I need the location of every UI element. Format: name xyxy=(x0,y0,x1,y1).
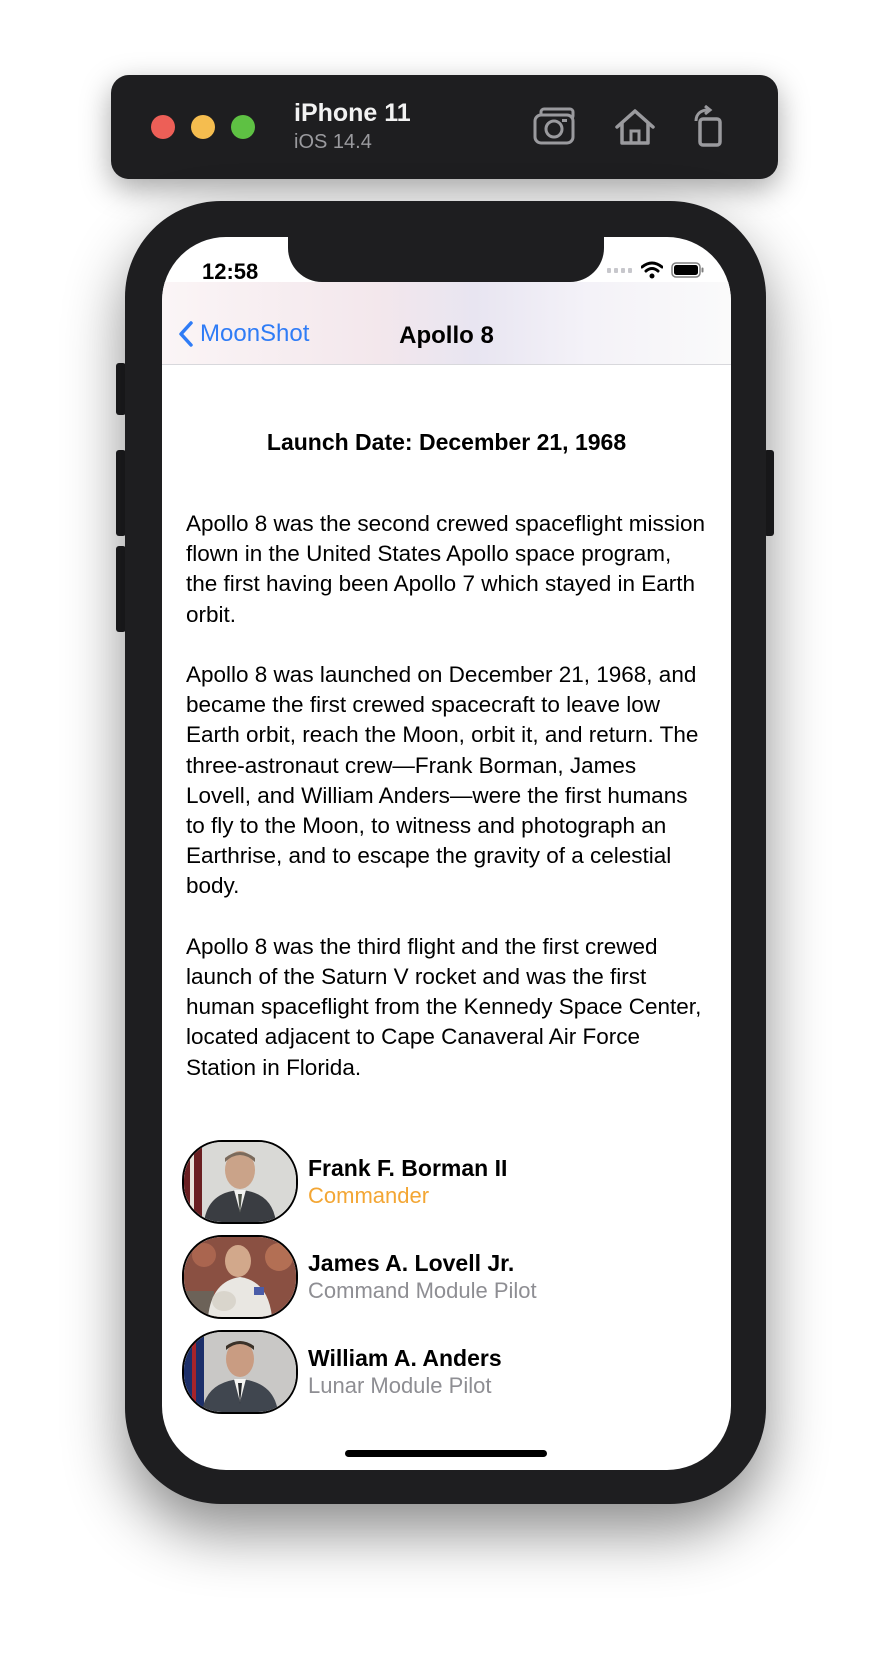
crew-photo xyxy=(182,1140,298,1224)
crew-photo xyxy=(182,1330,298,1414)
os-version: iOS 14.4 xyxy=(294,131,372,153)
status-icons xyxy=(607,261,705,279)
zoom-window-button[interactable] xyxy=(231,115,255,139)
rotate-icon[interactable] xyxy=(686,105,734,149)
simulator-toolbar: iPhone 11 iOS 14.4 xyxy=(111,75,778,179)
crew-member-row[interactable]: William A. Anders Lunar Module Pilot xyxy=(182,1330,702,1414)
screenshot-icon[interactable] xyxy=(531,105,579,149)
crew-role: Lunar Module Pilot xyxy=(308,1373,492,1398)
crew-role: Command Module Pilot xyxy=(308,1278,537,1303)
crew-photo xyxy=(182,1235,298,1319)
mission-description: Apollo 8 was the second crewed spaceflig… xyxy=(186,511,706,1080)
crew-name: James A. Lovell Jr. xyxy=(308,1250,515,1276)
device-screen: 12:58 MoonShot Apollo 8 Launch Date: Dec… xyxy=(162,237,731,1470)
crew-member-row[interactable]: Frank F. Borman II Commander xyxy=(182,1140,702,1224)
close-window-button[interactable] xyxy=(151,115,175,139)
status-time: 12:58 xyxy=(202,259,259,284)
crew-member-row[interactable]: James A. Lovell Jr. Command Module Pilot xyxy=(182,1235,702,1319)
minimize-window-button[interactable] xyxy=(191,115,215,139)
launch-date: Launch Date: December 21, 1968 xyxy=(266,429,627,455)
navigation-bar: MoonShot Apollo 8 xyxy=(162,282,731,365)
battery-icon xyxy=(671,262,704,278)
wifi-icon xyxy=(641,261,663,279)
crew-role: Commander xyxy=(308,1183,430,1208)
cellular-signal-icon xyxy=(607,268,632,273)
device-name: iPhone 11 xyxy=(294,99,411,127)
crew-name: William A. Anders xyxy=(308,1345,502,1371)
notch xyxy=(288,237,604,282)
home-icon[interactable] xyxy=(611,105,659,149)
nav-title: Apollo 8 xyxy=(399,322,494,349)
crew-name: Frank F. Borman II xyxy=(308,1155,508,1181)
home-indicator[interactable] xyxy=(345,1450,547,1457)
